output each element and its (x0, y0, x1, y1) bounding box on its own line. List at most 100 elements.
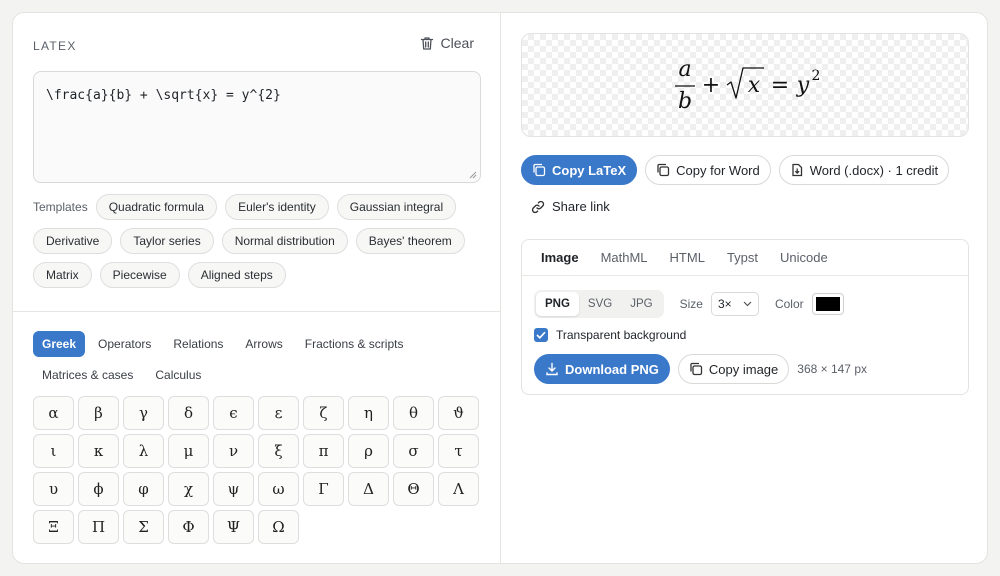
symbol-button[interactable]: ϕ (78, 472, 119, 506)
symbol-tab[interactable]: Arrows (236, 331, 291, 357)
symbol-button[interactable]: Δ (348, 472, 389, 506)
export-tab[interactable]: Typst (716, 240, 769, 275)
symbol-button[interactable]: Ω (258, 510, 299, 544)
symbol-button[interactable]: Π (78, 510, 119, 544)
symbol-button[interactable]: Θ (393, 472, 434, 506)
color-label: Color (774, 297, 804, 311)
export-tab[interactable]: Unicode (769, 240, 839, 275)
download-row: Download PNG Copy image 368 × 147 px (534, 354, 867, 384)
symbol-button[interactable]: ψ (213, 472, 254, 506)
divider (13, 311, 500, 312)
export-tab[interactable]: MathML (590, 240, 659, 275)
copy-latex-label: Copy LaTeX (552, 162, 627, 178)
symbol-button[interactable]: Σ (123, 510, 164, 544)
symbol-button[interactable]: ζ (303, 396, 344, 430)
trash-icon (420, 36, 433, 50)
template-chip[interactable]: Piecewise (99, 262, 180, 288)
format-option[interactable]: PNG (536, 292, 579, 316)
template-chip[interactable]: Normal distribution (221, 228, 348, 254)
resize-grip-icon[interactable] (469, 171, 477, 179)
template-chip[interactable]: Euler's identity (225, 194, 329, 220)
template-chip[interactable]: Aligned steps (187, 262, 286, 288)
word-docx-button[interactable]: Word (.docx) · 1 credit (778, 155, 950, 185)
output-panel: a b + x = y 2 Copy LaTeX Copy for Word W… (501, 13, 987, 563)
size-label: Size (679, 297, 703, 311)
file-download-icon (792, 163, 802, 177)
symbol-button[interactable]: υ (33, 472, 74, 506)
symbol-button[interactable]: θ (393, 396, 434, 430)
symbol-button[interactable]: Λ (438, 472, 479, 506)
check-icon (536, 331, 546, 339)
transparent-background-option[interactable]: Transparent background (534, 328, 686, 342)
symbol-button[interactable]: ι (33, 434, 74, 468)
symbol-button[interactable]: π (303, 434, 344, 468)
template-chip[interactable]: Gaussian integral (336, 194, 457, 220)
template-chip[interactable]: Bayes' theorem (355, 228, 465, 254)
symbol-tab[interactable]: Operators (89, 331, 160, 357)
symbol-button[interactable]: Ξ (33, 510, 74, 544)
symbol-button[interactable]: Φ (168, 510, 209, 544)
symbol-button[interactable]: Ψ (213, 510, 254, 544)
symbol-button[interactable]: δ (168, 396, 209, 430)
copy-icon (657, 163, 670, 177)
symbol-button[interactable]: χ (168, 472, 209, 506)
symbol-button[interactable]: κ (78, 434, 119, 468)
symbol-button[interactable]: ξ (258, 434, 299, 468)
copy-for-word-label: Copy for Word (676, 162, 760, 178)
symbol-category-tabs: Greek Operators Relations Arrows Fractions &… (33, 331, 481, 388)
templates-row-1: Templates Quadratic formula Euler's iden… (33, 194, 489, 220)
symbol-button[interactable]: φ (123, 472, 164, 506)
symbol-button[interactable]: α (33, 396, 74, 430)
symbol-button[interactable]: ε (258, 396, 299, 430)
symbol-button[interactable]: μ (168, 434, 209, 468)
symbol-button[interactable]: τ (438, 434, 479, 468)
link-icon (531, 200, 545, 213)
symbol-button[interactable]: ρ (348, 434, 389, 468)
format-option[interactable]: JPG (621, 292, 661, 316)
rendered-formula: a b + x = y 2 (675, 57, 820, 114)
format-option[interactable]: SVG (579, 292, 621, 316)
download-png-label: Download PNG (565, 361, 659, 377)
export-tab[interactable]: HTML (659, 240, 716, 275)
template-chip[interactable]: Taylor series (120, 228, 214, 254)
clear-button[interactable]: Clear (420, 35, 474, 51)
share-link-button[interactable]: Share link (531, 199, 610, 214)
latex-label: LATEX (33, 39, 77, 53)
clear-label: Clear (440, 35, 474, 51)
size-select[interactable]: 3× (710, 292, 759, 316)
color-picker[interactable] (811, 293, 844, 315)
templates-row-3: Matrix Piecewise Aligned steps (33, 262, 489, 288)
symbol-tab[interactable]: Fractions & scripts (296, 331, 413, 357)
copy-image-button[interactable]: Copy image (677, 354, 790, 384)
symbol-button[interactable]: ϵ (213, 396, 254, 430)
symbol-button[interactable]: ω (258, 472, 299, 506)
latex-input[interactable]: \frac{a}{b} + \sqrt{x} = y^{2} (33, 71, 481, 183)
symbol-button[interactable]: ϑ (438, 396, 479, 430)
download-png-button[interactable]: Download PNG (534, 354, 670, 384)
export-panel: Image MathML HTML Typst Unicode PNG SVG JPG Si… (521, 239, 969, 395)
image-dimensions: 368 × 147 px (797, 362, 867, 376)
copy-actions: Copy LaTeX Copy for Word Word (.docx) · … (521, 155, 950, 185)
symbol-tab[interactable]: Greek (33, 331, 86, 357)
formula-denominator: b (678, 89, 692, 114)
symbol-button[interactable]: Γ (303, 472, 344, 506)
symbol-button[interactable]: λ (123, 434, 164, 468)
symbol-button[interactable]: ν (213, 434, 254, 468)
symbol-tab[interactable]: Relations (164, 331, 232, 357)
export-tab[interactable]: Image (530, 240, 590, 275)
symbol-button[interactable]: β (78, 396, 119, 430)
symbol-button[interactable]: σ (393, 434, 434, 468)
template-chip[interactable]: Derivative (33, 228, 113, 254)
template-chip[interactable]: Quadratic formula (95, 194, 218, 220)
image-options-row: PNG SVG JPG Size 3× Color (534, 290, 844, 318)
symbol-tab[interactable]: Matrices & cases (33, 362, 142, 388)
transparent-checkbox[interactable] (534, 328, 548, 342)
template-chip[interactable]: Matrix (33, 262, 92, 288)
transparent-label: Transparent background (556, 328, 687, 342)
templates-section: Templates Quadratic formula Euler's iden… (33, 194, 489, 296)
copy-latex-button[interactable]: Copy LaTeX (521, 155, 638, 185)
symbol-button[interactable]: γ (123, 396, 164, 430)
symbol-tab[interactable]: Calculus (146, 362, 210, 388)
copy-for-word-button[interactable]: Copy for Word (645, 155, 771, 185)
symbol-button[interactable]: η (348, 396, 389, 430)
